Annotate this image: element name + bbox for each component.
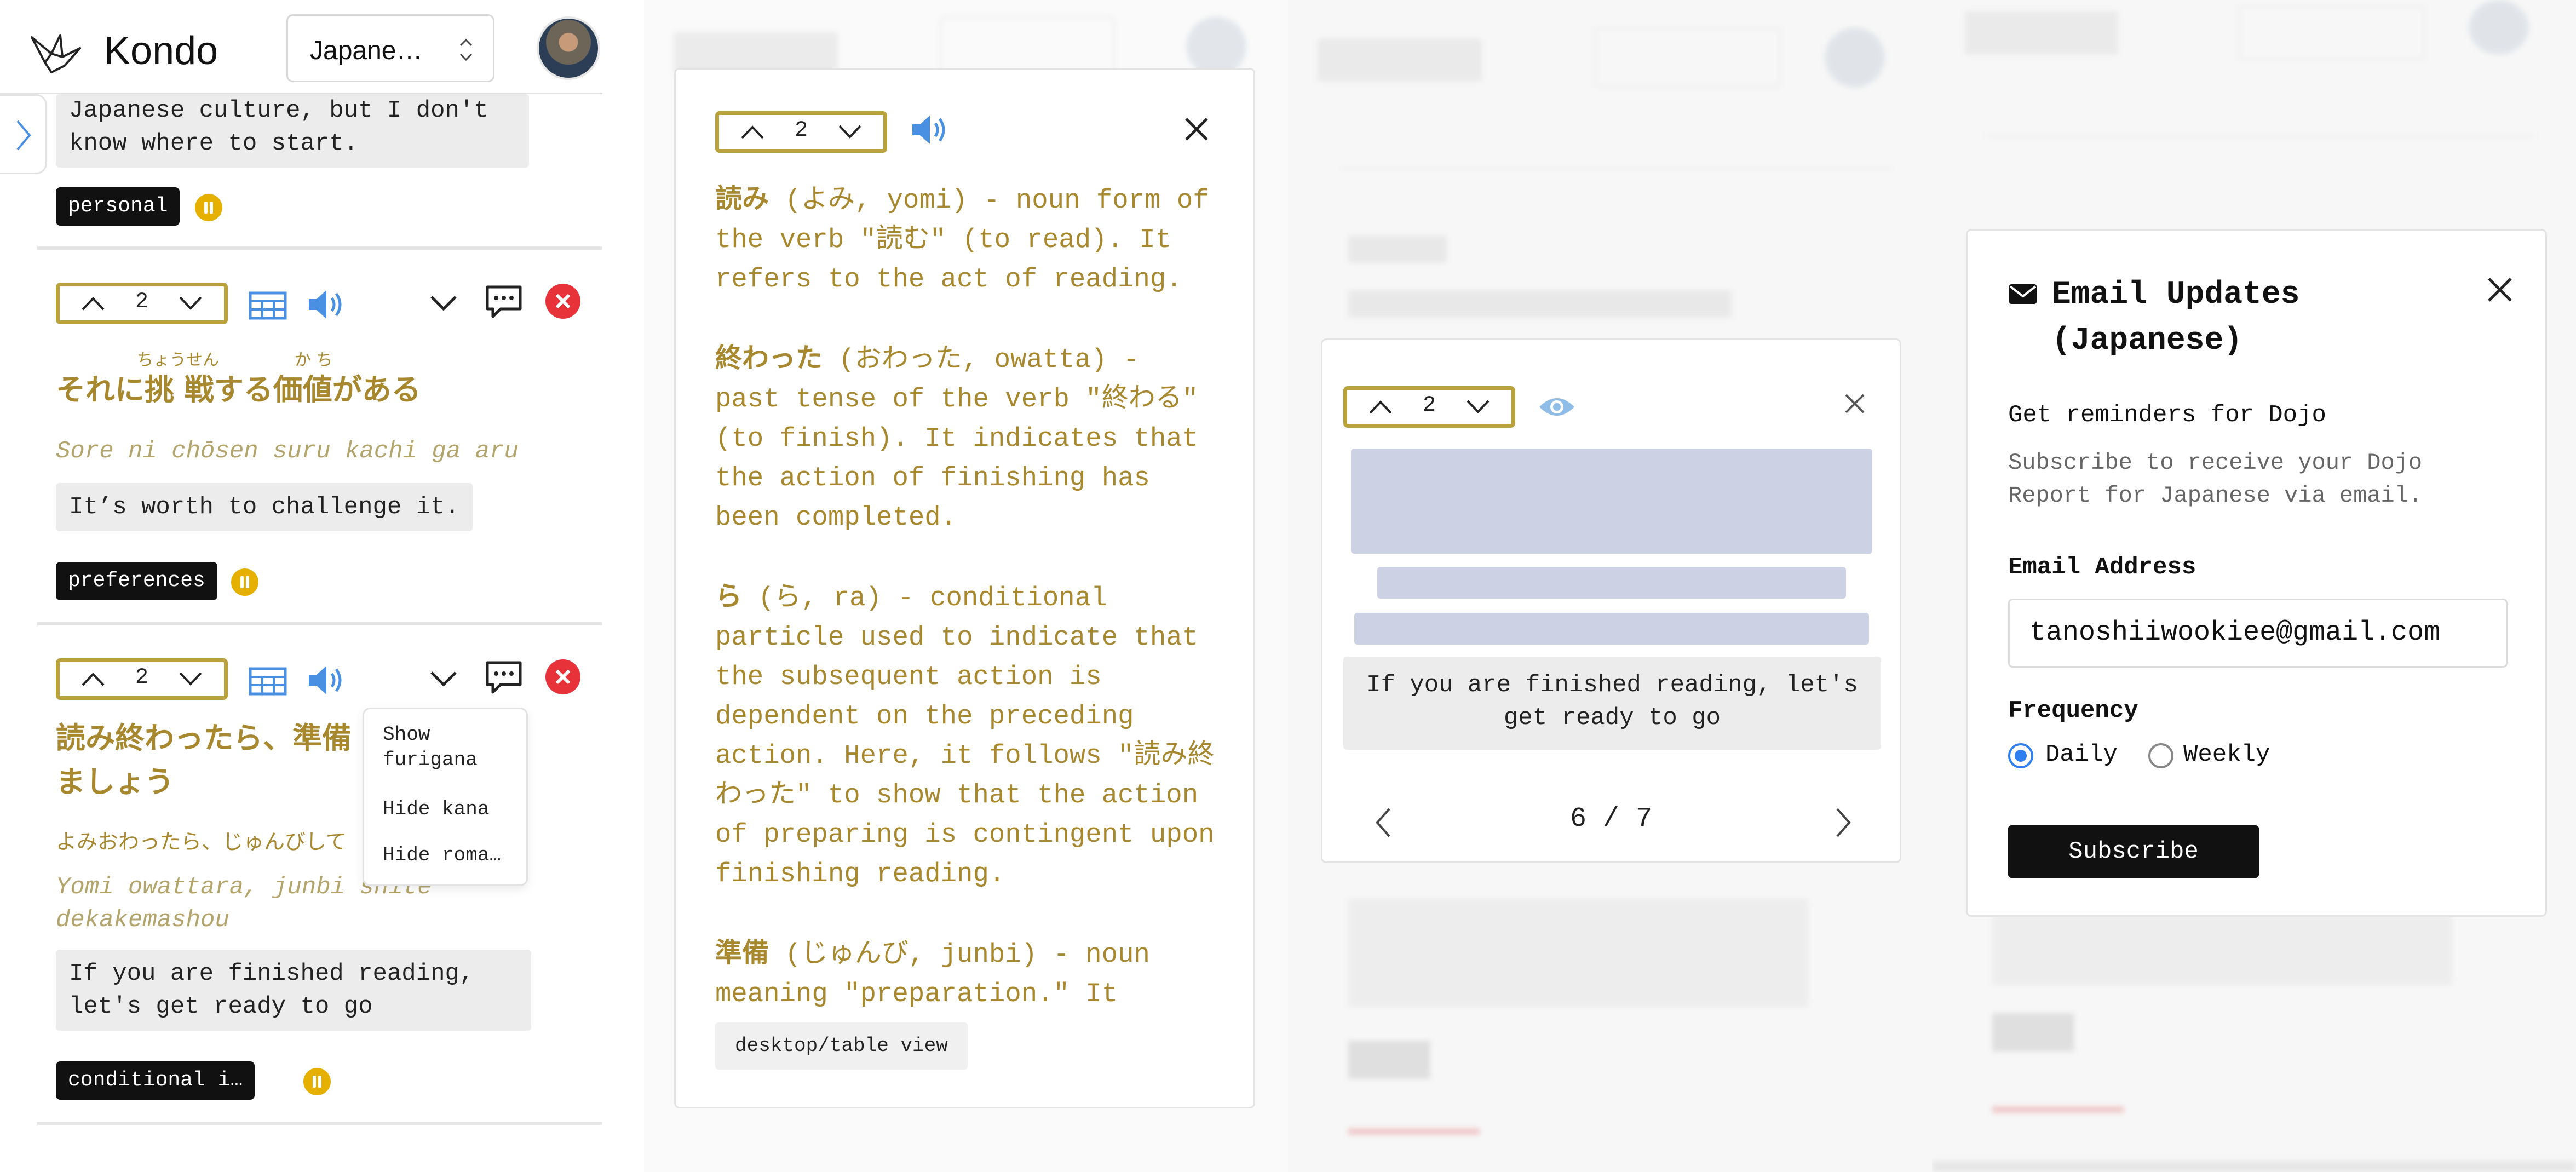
reading-card-modal: 2 If you are finished reading, let's get… (1321, 338, 1901, 863)
term: 準備 (715, 937, 769, 968)
chevron-down-icon[interactable] (1464, 398, 1492, 416)
chevron-down-icon[interactable] (428, 292, 459, 312)
level-stepper[interactable]: 2 (56, 658, 228, 700)
page-indicator: 6 / 7 (1569, 803, 1653, 835)
term-definition: (じゅんび, junbi) - noun meaning "preparatio… (715, 939, 1150, 1009)
furigana: ちょうせん (137, 351, 219, 370)
translation: If you are finished reading, let's get r… (56, 950, 531, 1031)
hidden-text-placeholder[interactable] (1354, 613, 1869, 645)
menu-item-hide-kana[interactable]: Hide kana (383, 797, 489, 822)
modal-description: Subscribe to receive your Dojo Report fo… (2008, 450, 2423, 509)
email-label: Email Address (2008, 554, 2196, 581)
cards-panel: Kondo Japane… Japanese culture, but I do… (0, 0, 644, 1172)
pause-icon[interactable] (195, 194, 222, 221)
explanation-paragraph: 読み (よみ, yomi) - noun form of the verb "読… (715, 179, 1219, 299)
subscribe-button[interactable]: Subscribe (2008, 825, 2259, 878)
speaker-icon[interactable] (307, 287, 345, 322)
delete-icon[interactable] (545, 284, 580, 319)
reading-panel: 2 If you are finished reading, let's get… (1288, 0, 1932, 1172)
term: 終わった (715, 342, 823, 374)
frequency-label: Frequency (2008, 697, 2138, 725)
explanation-text: 読み (よみ, yomi) - noun form of the verb "読… (715, 179, 1219, 1063)
modal-heading: Get reminders for Dojo (2008, 401, 2326, 429)
radio-weekly[interactable] (2148, 743, 2174, 768)
user-avatar[interactable] (537, 16, 600, 80)
table-icon[interactable] (249, 667, 287, 696)
phrase-text: Japanese culture, but I don't know where… (56, 94, 529, 168)
close-icon[interactable] (2486, 275, 2514, 304)
chevron-right-icon[interactable] (1834, 807, 1853, 838)
email-panel: Email Updates (Japanese) Get reminders f… (1932, 0, 2576, 1172)
close-icon[interactable] (1183, 116, 1210, 143)
comment-icon[interactable] (484, 659, 524, 694)
comment-icon[interactable] (484, 284, 524, 319)
delete-icon[interactable] (545, 659, 580, 694)
level-stepper[interactable]: 2 (1343, 386, 1515, 428)
tag-chip[interactable]: personal (56, 187, 180, 226)
chevron-down-icon[interactable] (428, 668, 459, 688)
japanese-phrase-line2: ましょう (56, 765, 174, 799)
view-mode-chip[interactable]: desktop/table view (715, 1022, 968, 1070)
close-icon[interactable] (1843, 392, 1867, 416)
radio-daily[interactable] (2008, 743, 2033, 768)
chevron-down-icon[interactable] (177, 294, 204, 313)
modal-title: Email Updates (Japanese) (2052, 277, 2300, 359)
origami-crane-logo-icon (31, 34, 81, 73)
radio-daily-label[interactable]: Daily (2045, 741, 2118, 768)
pause-icon[interactable] (231, 568, 258, 596)
explanation-paragraph: ら (ら, ra) - conditional particle used to… (715, 577, 1219, 894)
term: 読み (715, 183, 769, 214)
radio-weekly-label[interactable]: Weekly (2183, 741, 2270, 768)
menu-item-show-furigana[interactable]: Show furigana (383, 722, 509, 773)
term-definition: (ら, ra) - conditional particle used to i… (715, 583, 1215, 889)
app-name: Kondo (104, 29, 219, 73)
japanese-phrase-line1: 読み終わったら、準備 (56, 721, 352, 755)
chevron-down-icon[interactable] (836, 123, 864, 141)
table-icon[interactable] (249, 291, 287, 320)
explanation-panel: 2 読み (よみ, yomi) - noun form of the verb … (644, 0, 1288, 1172)
phrase-card: Japanese culture, but I don't know where… (37, 94, 602, 250)
display-options-menu: Show furigana Hide kana Hide roma… (363, 708, 528, 886)
speaker-icon[interactable] (307, 663, 345, 698)
hidden-text-placeholder[interactable] (1351, 449, 1872, 554)
envelope-icon (2009, 284, 2037, 304)
level-stepper[interactable]: 2 (715, 111, 887, 153)
japanese-phrase: それに挑 戦する価値がある (56, 372, 421, 407)
menu-item-hide-romaji[interactable]: Hide roma… (383, 843, 501, 868)
eye-icon[interactable] (1537, 393, 1577, 421)
furigana: か ち (295, 351, 333, 370)
speaker-icon[interactable] (910, 112, 948, 147)
email-updates-modal: Email Updates (Japanese) Get reminders f… (1966, 229, 2547, 917)
chevron-up-down-icon (459, 38, 473, 61)
pause-icon[interactable] (303, 1068, 331, 1095)
translation: If you are finished reading, let's get r… (1343, 657, 1881, 750)
explanation-paragraph: 準備 (じゅんび, junbi) - noun meaning "prepara… (715, 933, 1219, 1014)
term: ら (715, 581, 743, 612)
translation: It’s worth to challenge it. (56, 483, 473, 531)
kana-reading: よみおわったら、じゅんびして (56, 830, 347, 854)
chevron-right-icon (16, 120, 31, 151)
app-header: Kondo Japane… (0, 0, 602, 94)
language-select-value: Japane… (310, 36, 423, 65)
hidden-text-placeholder[interactable] (1377, 567, 1846, 599)
term-definition: (よみ, yomi) - noun form of the verb "読む" … (715, 185, 1209, 295)
grammar-explanation-modal: 2 読み (よみ, yomi) - noun form of the verb … (674, 68, 1255, 1108)
email-field[interactable]: tanoshiiwookiee@gmail.com (2008, 599, 2508, 668)
language-select[interactable]: Japane… (286, 14, 495, 82)
tag-chip[interactable]: preferences (56, 562, 217, 600)
tag-chip[interactable]: conditional i… (56, 1061, 255, 1100)
romaji: Sore ni chōsen suru kachi ga aru (56, 438, 519, 465)
chevron-down-icon[interactable] (177, 670, 204, 688)
level-stepper[interactable]: 2 (56, 283, 228, 324)
explanation-paragraph: 終わった (おわった, owatta) - past tense of the … (715, 338, 1219, 537)
phrase-card: 2 ちょうせん か ち それに挑 戦する価値がある Sore ni chōsen… (37, 253, 602, 625)
